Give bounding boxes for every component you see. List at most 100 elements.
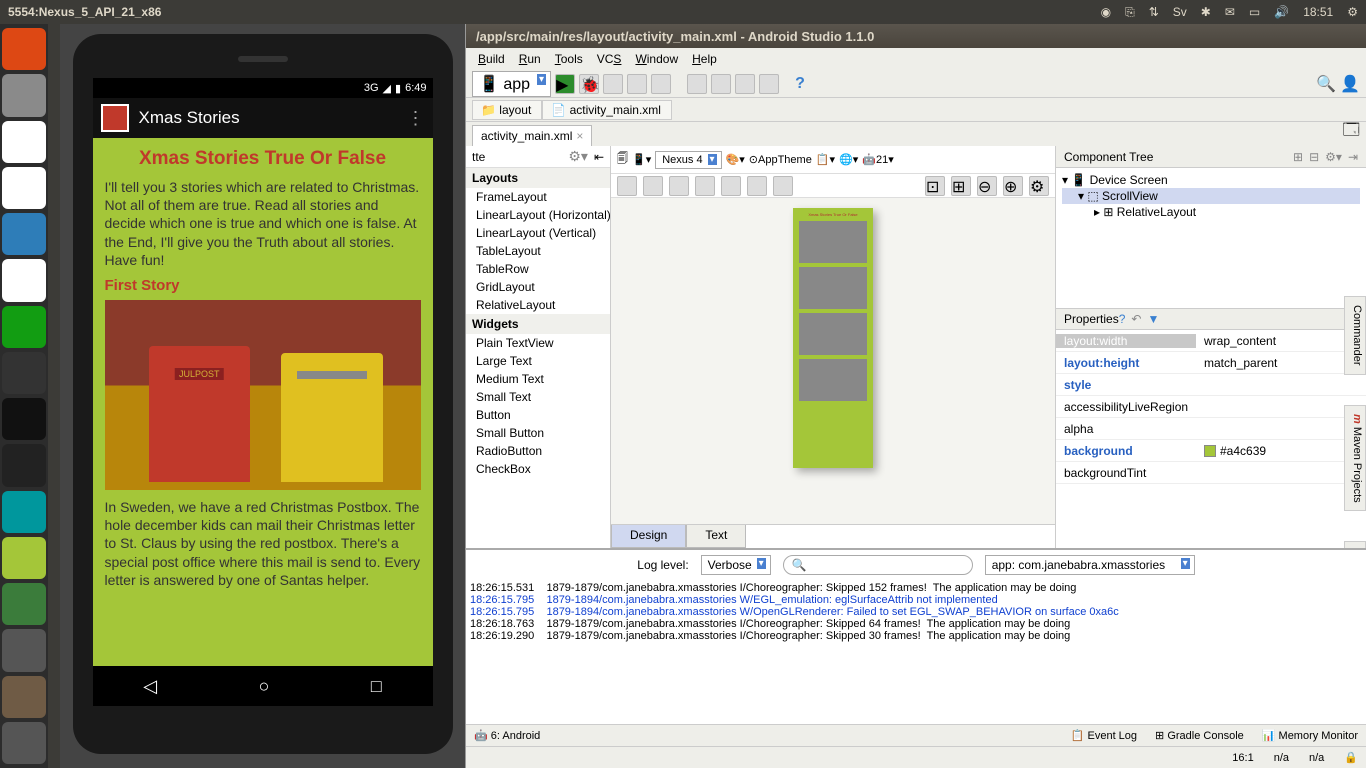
ct-collapse-icon[interactable]: ⊟ <box>1309 150 1319 164</box>
zoom-in-icon[interactable]: ⊕ <box>1003 176 1023 196</box>
launcher-arduino[interactable] <box>2 491 46 533</box>
android-tool-tab[interactable]: 🤖 6: Android <box>474 729 540 742</box>
chrome-icon[interactable]: ◉ <box>1101 5 1111 19</box>
ct-hide-icon[interactable]: ⇥ <box>1348 150 1358 164</box>
palette-item[interactable]: RadioButton <box>466 442 610 460</box>
palette-collapse-icon[interactable]: ⇤ <box>594 150 604 164</box>
text-tab[interactable]: Text <box>686 525 746 548</box>
props-undo-icon[interactable]: ↶ <box>1131 312 1141 326</box>
property-row[interactable]: alpha <box>1056 418 1366 440</box>
palette-item[interactable]: Small Text <box>466 388 610 406</box>
design-tab[interactable]: Design <box>611 525 686 548</box>
logcat-output[interactable]: 18:26:15.531 1879-1879/com.janebabra.xma… <box>466 580 1366 724</box>
property-row[interactable]: background#a4c639 <box>1056 440 1366 462</box>
palette-item[interactable]: Button <box>466 406 610 424</box>
menu-help[interactable]: Help <box>686 50 723 68</box>
property-row[interactable]: accessibilityLiveRegion <box>1056 396 1366 418</box>
help-icon[interactable]: ? <box>795 75 805 93</box>
tb-btn-1[interactable] <box>603 74 623 94</box>
launcher-calc[interactable] <box>2 306 46 348</box>
property-row[interactable]: backgroundTint <box>1056 462 1366 484</box>
tb-btn-2[interactable] <box>627 74 647 94</box>
launcher-kb[interactable] <box>2 444 46 486</box>
app-content[interactable]: Xmas Stories True Or False I'll tell you… <box>93 138 433 666</box>
launcher-settings[interactable] <box>2 352 46 394</box>
canvas-body[interactable]: Xmas Stories True Or False <box>611 198 1055 524</box>
canvas-tb2-3[interactable] <box>669 176 689 196</box>
layout-preview[interactable]: Xmas Stories True Or False <box>793 208 873 468</box>
launcher-writer[interactable] <box>2 213 46 255</box>
theme-selector[interactable]: ⊙AppTheme <box>749 153 812 166</box>
memory-monitor-tab[interactable]: 📊 Memory Monitor <box>1262 729 1358 742</box>
canvas-tb2-4[interactable] <box>695 176 715 196</box>
property-value[interactable]: wrap_content <box>1196 334 1366 348</box>
launcher-android[interactable] <box>2 537 46 579</box>
logcat-filter-selector[interactable]: app: com.janebabra.xmasstories <box>985 555 1195 575</box>
launcher-trash[interactable] <box>2 722 46 764</box>
palette-item[interactable]: Large Text <box>466 352 610 370</box>
palette-item[interactable]: RelativeLayout <box>466 296 610 314</box>
config-icon[interactable]: 📋▾ <box>816 153 835 166</box>
commander-icon[interactable]: 🗔 <box>1343 119 1360 146</box>
sdk-button[interactable] <box>711 74 731 94</box>
zoom-100-icon[interactable]: ⊞ <box>951 176 971 196</box>
palette-item[interactable]: LinearLayout (Horizontal) <box>466 206 610 224</box>
tab-activity-main[interactable]: activity_main.xml × <box>472 125 592 146</box>
menu-build[interactable]: Build <box>472 50 511 68</box>
tree-relativelayout[interactable]: ▸ ⊞ RelativeLayout <box>1062 204 1360 220</box>
search-icon[interactable]: 🔍 <box>1316 74 1336 94</box>
tb-btn-5[interactable] <box>759 74 779 94</box>
nav-home-icon[interactable]: ○ <box>259 676 270 697</box>
event-log-tab[interactable]: 📋 Event Log <box>1071 729 1137 742</box>
palette-item[interactable]: LinearLayout (Vertical) <box>466 224 610 242</box>
nav-recent-icon[interactable]: □ <box>371 676 382 697</box>
property-row[interactable]: layout:widthwrap_content <box>1056 330 1366 352</box>
overflow-icon[interactable]: ⋮ <box>407 108 425 129</box>
menu-window[interactable]: Window <box>629 50 684 68</box>
launcher-chrome[interactable] <box>2 121 46 163</box>
launcher-calculator[interactable] <box>2 629 46 671</box>
launcher-terminal[interactable] <box>2 398 46 440</box>
palette-item[interactable]: TableLayout <box>466 242 610 260</box>
tb-btn-4[interactable] <box>735 74 755 94</box>
menu-vcs[interactable]: VCS <box>591 50 628 68</box>
menu-run[interactable]: Run <box>513 50 547 68</box>
loglevel-selector[interactable]: Verbose <box>701 555 771 575</box>
locale-icon[interactable]: 🌐▾ <box>839 153 858 166</box>
run-button[interactable]: ▶ <box>555 74 575 94</box>
canvas-refresh-icon[interactable]: 🗐 <box>617 150 628 169</box>
launcher-docs[interactable] <box>2 259 46 301</box>
props-help-icon[interactable]: ? <box>1119 312 1126 326</box>
property-value[interactable]: #a4c639 <box>1196 444 1366 458</box>
api-selector[interactable]: 🤖21▾ <box>862 153 893 166</box>
nav-back-icon[interactable]: ◁ <box>143 676 157 697</box>
status-lock-icon[interactable]: 🔒 <box>1344 751 1358 764</box>
canvas-tb2-2[interactable] <box>643 176 663 196</box>
tb-btn-3[interactable] <box>651 74 671 94</box>
zoom-fit-icon[interactable]: ⊡ <box>925 176 945 196</box>
canvas-tb2-1[interactable] <box>617 176 637 196</box>
palette-item[interactable]: CheckBox <box>466 460 610 478</box>
palette-item[interactable]: GridLayout <box>466 278 610 296</box>
launcher-files[interactable] <box>2 74 46 116</box>
property-row[interactable]: style <box>1056 374 1366 396</box>
debug-button[interactable]: 🐞 <box>579 74 599 94</box>
canvas-tb2-7[interactable] <box>773 176 793 196</box>
side-tab-gradle[interactable]: ◉ Gradle <box>1344 541 1366 548</box>
canvas-tb2-5[interactable] <box>721 176 741 196</box>
side-tab-commander[interactable]: Commander <box>1344 296 1366 375</box>
run-config-selector[interactable]: 📱 app <box>472 71 551 97</box>
palette-item[interactable]: Plain TextView <box>466 334 610 352</box>
battery-icon[interactable]: ▭ <box>1249 5 1260 19</box>
zoom-out-icon[interactable]: ⊖ <box>977 176 997 196</box>
property-row[interactable]: layout:heightmatch_parent <box>1056 352 1366 374</box>
sv-indicator[interactable]: Sv <box>1173 5 1187 19</box>
bluetooth-icon[interactable]: ✱ <box>1201 5 1211 19</box>
launcher-studio[interactable] <box>2 583 46 625</box>
mail-icon[interactable]: ✉ <box>1225 5 1235 19</box>
palette-item[interactable]: TableRow <box>466 260 610 278</box>
menu-tools[interactable]: Tools <box>549 50 589 68</box>
volume-icon[interactable]: 🔊 <box>1274 5 1289 19</box>
canvas-orientation-icon[interactable]: 📱▾ <box>632 153 651 166</box>
palette-item[interactable]: FrameLayout <box>466 188 610 206</box>
